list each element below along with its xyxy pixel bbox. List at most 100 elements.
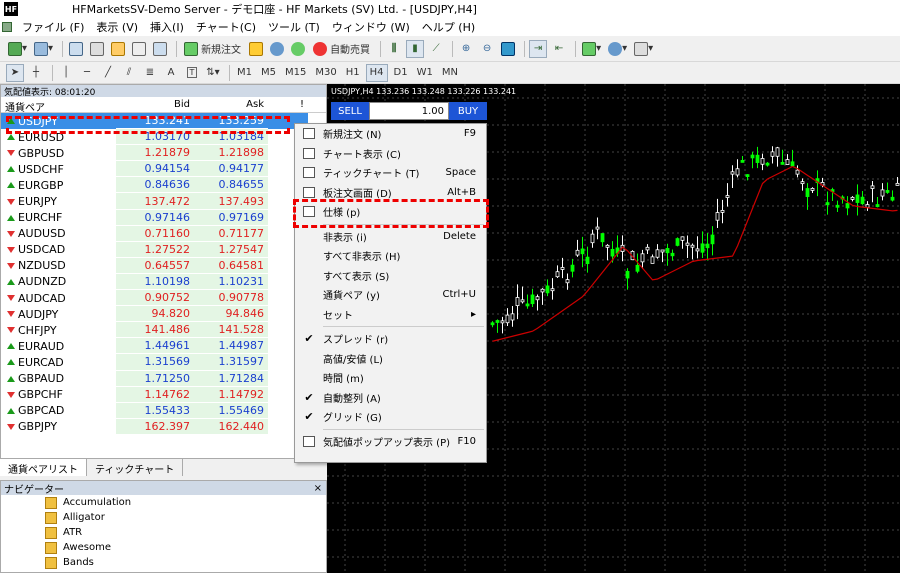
table-row[interactable]: AUDCAD 0.90752 0.90778 <box>1 290 326 307</box>
trend-line-button[interactable]: ╱ <box>99 64 117 82</box>
tf-h4[interactable]: H4 <box>365 63 388 82</box>
table-row[interactable]: GBPCHF 1.14762 1.14792 <box>1 386 326 403</box>
tf-w1[interactable]: W1 <box>414 64 436 82</box>
data-window-button[interactable] <box>88 40 106 58</box>
navigator-close-icon[interactable]: × <box>314 483 322 494</box>
tf-h1[interactable]: H1 <box>343 64 363 82</box>
cursor-button[interactable]: ➤ <box>6 63 24 82</box>
table-row[interactable]: USDCHF 0.94154 0.94177 <box>1 161 326 178</box>
nav-item-bands[interactable]: Bands <box>1 555 326 570</box>
context-menu-item[interactable]: ✔ グリッド (G) <box>295 407 486 427</box>
ask-cell: 1.55469 <box>194 402 268 419</box>
context-menu-item[interactable]: セット ▸ <box>295 305 486 325</box>
context-menu-item[interactable]: 新規注文 (N) F9 <box>295 124 486 144</box>
context-menu-item[interactable]: 通貨ペア (y) Ctrl+U <box>295 285 486 305</box>
equidistant-channel-button[interactable]: ⫽ <box>120 64 138 82</box>
col-bid[interactable]: Bid <box>116 97 194 112</box>
col-ask[interactable]: Ask <box>194 97 268 112</box>
context-menu-item[interactable]: 時間 (m) <box>295 368 486 388</box>
menu-insert[interactable]: 挿入(I) <box>144 18 190 36</box>
arrows-button[interactable]: ⇅▾ <box>204 64 222 82</box>
table-row[interactable]: GBPJPY 162.397 162.440 <box>1 418 326 435</box>
table-row[interactable]: EURCAD 1.31569 1.31597 <box>1 354 326 371</box>
text-label-button[interactable]: T <box>183 64 201 82</box>
nav-item-accumulation[interactable]: Accumulation <box>1 495 326 510</box>
table-row[interactable]: GBPAUD 1.71250 1.71284 <box>1 370 326 387</box>
meta-editor-button[interactable] <box>247 40 265 58</box>
table-row[interactable]: EURJPY 137.472 137.493 <box>1 193 326 210</box>
context-menu-item[interactable]: 高値/安値 (L) <box>295 349 486 369</box>
table-row[interactable]: AUDNZD 1.10198 1.10231 <box>1 273 326 291</box>
nav-item-alligator[interactable]: Alligator <box>1 510 326 525</box>
candle-chart-button[interactable]: ▮ <box>406 39 425 58</box>
table-row[interactable]: EURGBP 0.84636 0.84655 <box>1 177 326 194</box>
table-row[interactable]: EURCHF 0.97146 0.97169 <box>1 209 326 226</box>
app-menu-icon[interactable] <box>2 22 12 32</box>
tf-mn[interactable]: MN <box>439 64 461 82</box>
lot-size-input[interactable]: 1.00 <box>369 102 449 120</box>
context-menu-item[interactable]: 非表示 (i) Delete <box>295 227 486 247</box>
horizontal-line-button[interactable]: ─ <box>78 64 96 82</box>
auto-trade-button[interactable]: 自動売買 <box>310 40 373 58</box>
table-row[interactable]: AUDJPY 94.820 94.846 <box>1 306 326 323</box>
crosshair-button[interactable]: ┼ <box>27 64 45 82</box>
line-chart-button[interactable]: ⟋ <box>427 40 445 58</box>
buy-button[interactable]: BUY <box>449 102 487 120</box>
menu-file[interactable]: ファイル (F) <box>16 18 90 36</box>
tf-m30[interactable]: M30 <box>312 64 339 82</box>
table-row[interactable]: CHFJPY 141.486 141.528 <box>1 322 326 339</box>
table-row[interactable]: AUDUSD 0.71160 0.71177 <box>1 225 326 242</box>
market-watch-button[interactable] <box>67 40 85 58</box>
context-menu-item[interactable]: すべて表示 (S) <box>295 266 486 286</box>
context-menu-item[interactable]: ✔ スプレッド (r) <box>295 329 486 349</box>
symbol-cell: CHFJPY <box>1 322 116 338</box>
col-symbol[interactable]: 通貨ペア <box>1 97 116 114</box>
community-button[interactable] <box>268 40 286 58</box>
tf-d1[interactable]: D1 <box>391 64 411 82</box>
tf-m15[interactable]: M15 <box>282 64 309 82</box>
navigator-button[interactable] <box>109 40 127 58</box>
nav-item-label: Awesome <box>63 542 111 553</box>
context-menu-item[interactable]: 気配値ポップアップ表示 (P) F10 <box>295 432 486 452</box>
signals-button[interactable] <box>289 40 307 58</box>
tab-symbols[interactable]: 通貨ペアリスト <box>0 459 87 476</box>
tf-m1[interactable]: M1 <box>234 64 255 82</box>
sell-button[interactable]: SELL <box>331 102 369 120</box>
context-menu-item[interactable]: すべて非表示 (H) <box>295 246 486 266</box>
table-row[interactable]: EURAUD 1.44961 1.44987 <box>1 338 326 355</box>
templates-button[interactable]: ▾ <box>632 40 655 58</box>
chart-shift-button[interactable]: ⇤ <box>550 40 568 58</box>
profiles-button[interactable]: ▾ <box>32 40 55 58</box>
menu-window[interactable]: ウィンドウ (W) <box>326 18 416 36</box>
zoom-out-button[interactable]: ⊖ <box>478 40 496 58</box>
menu-tools[interactable]: ツール (T) <box>262 18 326 36</box>
strategy-tester-button[interactable] <box>151 40 169 58</box>
tab-tick-chart[interactable]: ティックチャート <box>87 459 184 476</box>
auto-scroll-button[interactable]: ⇥ <box>529 39 548 58</box>
menu-help[interactable]: ヘルプ (H) <box>416 18 481 36</box>
fibonacci-button[interactable]: ≣ <box>141 64 159 82</box>
menu-view[interactable]: 表示 (V) <box>90 18 144 36</box>
context-menu-item[interactable]: ✔ 自動整列 (A) <box>295 388 486 408</box>
tf-m5[interactable]: M5 <box>258 64 279 82</box>
table-row[interactable]: NZDUSD 0.64557 0.64581 <box>1 257 326 274</box>
table-row[interactable]: USDCAD 1.27522 1.27547 <box>1 241 326 258</box>
tile-windows-button[interactable] <box>499 40 517 58</box>
zoom-in-button[interactable]: ⊕ <box>457 40 475 58</box>
periods-button[interactable]: ▾ <box>606 40 629 58</box>
new-chart-button[interactable]: ▾ <box>6 40 29 58</box>
text-button[interactable]: A <box>162 64 180 82</box>
nav-item-atr[interactable]: ATR <box>1 525 326 540</box>
col-extra[interactable]: ! <box>268 97 308 112</box>
context-menu-item[interactable]: ティックチャート (T) Space <box>295 163 486 183</box>
indicators-button[interactable]: ▾ <box>580 40 603 58</box>
terminal-button[interactable] <box>130 40 148 58</box>
bar-chart-button[interactable]: ⫼ <box>385 40 403 58</box>
table-row[interactable]: GBPCAD 1.55433 1.55469 <box>1 402 326 419</box>
table-row[interactable]: GBPUSD 1.21879 1.21898 <box>1 145 326 162</box>
vertical-line-button[interactable]: │ <box>57 64 75 82</box>
new-order-button[interactable]: 新規注文 <box>181 40 244 58</box>
nav-item-awesome[interactable]: Awesome <box>1 540 326 555</box>
context-menu-item[interactable]: チャート表示 (C) <box>295 144 486 164</box>
menu-chart[interactable]: チャート(C) <box>190 18 262 36</box>
